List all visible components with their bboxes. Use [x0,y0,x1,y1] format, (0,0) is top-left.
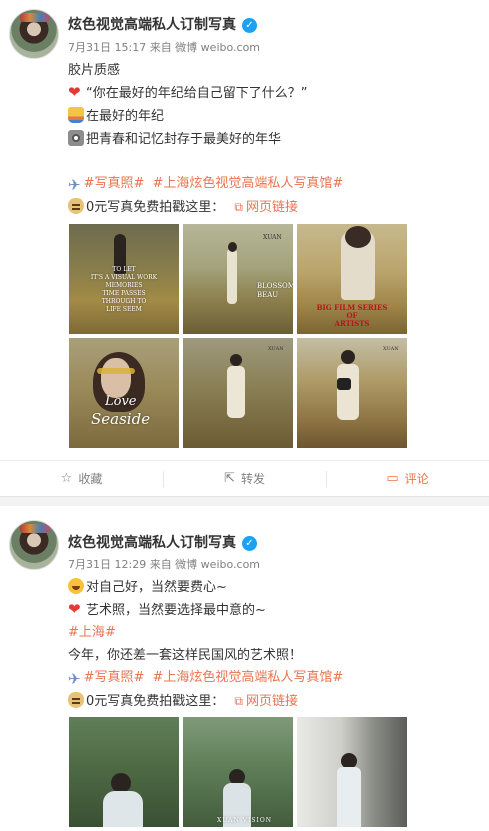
promo-line: 0元写真免费拍戳这里： ⧉ 网页链接 [68,198,298,217]
post-text-line: #上海# [68,624,116,642]
photo-thumbnail[interactable]: TO LET IT'S A VISUAL WORK MEMORIES TIME … [69,224,179,334]
author-name[interactable]: 炫色视觉高端私人订制写真 ✓ [68,14,257,34]
photo-caption: XUAN VISION [217,817,272,824]
trophy-icon [68,107,84,123]
author-name-text[interactable]: 炫色视觉高端私人订制写真 [68,535,236,551]
hashtag-link[interactable]: #写真照# [84,176,145,191]
tags-line: ✈ #写真照# #上海炫色视觉高端私人写真馆# [68,175,344,194]
photo-thumbnail[interactable]: XUAN [297,338,407,448]
heart-icon [68,600,84,618]
repost-button[interactable]: ⇱ 转发 [163,461,326,496]
post-text-line: 胶片质感 [68,63,121,78]
photo-caption: XUAN [263,234,282,241]
weibo-post: 炫色视觉高端私人订制写真 ✓ 7月31日 12:29 来自 微博 weibo.co… [0,506,489,831]
hashtag-link[interactable]: #上海# [68,625,116,640]
doge-icon [68,198,84,214]
promo-text: 0元写真免费拍戳这里： [86,694,225,709]
airplane-icon: ✈ [68,176,81,194]
photo-caption: BIG FILM SERIES OF ARTISTS [316,303,388,328]
laughing-face-icon [68,578,84,594]
photo-thumbnail[interactable] [69,717,179,827]
verified-badge-icon: ✓ [242,536,257,551]
promo-text: 0元写真免费拍戳这里： [86,200,225,215]
post-meta[interactable]: 7月31日 15:17 来自 微博 weibo.com [68,39,260,55]
post-text-line: 艺术照，当然要选择最中意的~ [68,600,266,620]
photo-thumbnail[interactable] [297,717,407,827]
photo-caption: XUAN [268,346,284,352]
post-text-line: 把青春和记忆封存于最美好的年华 [68,130,281,149]
web-link[interactable]: 网页链接 [246,200,298,215]
photo-thumbnail[interactable]: XUAN VISION [183,717,293,827]
photo-thumbnail[interactable]: BIG FILM SERIES OF ARTISTS [297,224,407,334]
weibo-post: 炫色视觉高端私人订制写真 ✓ 7月31日 15:17 来自 微博 weibo.co… [0,0,489,487]
post-meta[interactable]: 7月31日 12:29 来自 微博 weibo.com [68,556,260,572]
photo-thumbnail[interactable]: XUAN [183,338,293,448]
photo-caption: BLOSSOM BEAU [257,282,293,299]
star-outline-icon: ☆ [60,471,73,486]
photo-caption: TO LET IT'S A VISUAL WORK MEMORIES TIME … [90,266,158,313]
web-link[interactable]: 网页链接 [246,694,298,709]
hashtag-link[interactable]: #上海炫色视觉高端私人写真馆# [153,176,344,191]
photo-caption: Seaside [91,410,151,428]
post-text-line: 今年，你还差一套这样民国风的艺术照！ [68,648,303,663]
heart-icon [68,83,84,101]
photo-thumbnail[interactable]: Love Seaside [69,338,179,448]
collect-button[interactable]: ☆ 收藏 [0,461,163,496]
link-icon[interactable]: ⧉ [234,200,243,214]
post-text-line: 在最好的年纪 [68,107,164,126]
avatar[interactable] [9,9,59,59]
photo-thumbnail[interactable]: XUAN BLOSSOM BEAU [183,224,293,334]
photo-caption: Love [105,394,137,409]
share-icon: ⇱ [224,471,235,486]
comment-icon: ▭ [386,471,399,486]
hashtag-link[interactable]: #写真照# [84,670,145,685]
doge-icon [68,692,84,708]
author-name[interactable]: 炫色视觉高端私人订制写真 ✓ [68,532,257,552]
camera-icon [68,130,84,146]
link-icon[interactable]: ⧉ [234,694,243,708]
post-separator [0,496,489,506]
author-name-text[interactable]: 炫色视觉高端私人订制写真 [68,17,236,33]
post-text-line: “你在最好的年纪给自己留下了什么？” [68,83,307,103]
tags-line: ✈ #写真照# #上海炫色视觉高端私人写真馆# [68,669,344,688]
airplane-icon: ✈ [68,670,81,688]
hashtag-link[interactable]: #上海炫色视觉高端私人写真馆# [153,670,344,685]
verified-badge-icon: ✓ [242,18,257,33]
action-bar: ☆ 收藏 ⇱ 转发 ▭ 评论 [0,460,489,496]
avatar[interactable] [9,520,59,570]
promo-line: 0元写真免费拍戳这里： ⧉ 网页链接 [68,692,298,711]
photo-caption: XUAN [383,346,399,352]
post-text-line: 对自己好，当然要费心~ [68,578,227,597]
comment-button[interactable]: ▭ 评论 [326,461,489,496]
